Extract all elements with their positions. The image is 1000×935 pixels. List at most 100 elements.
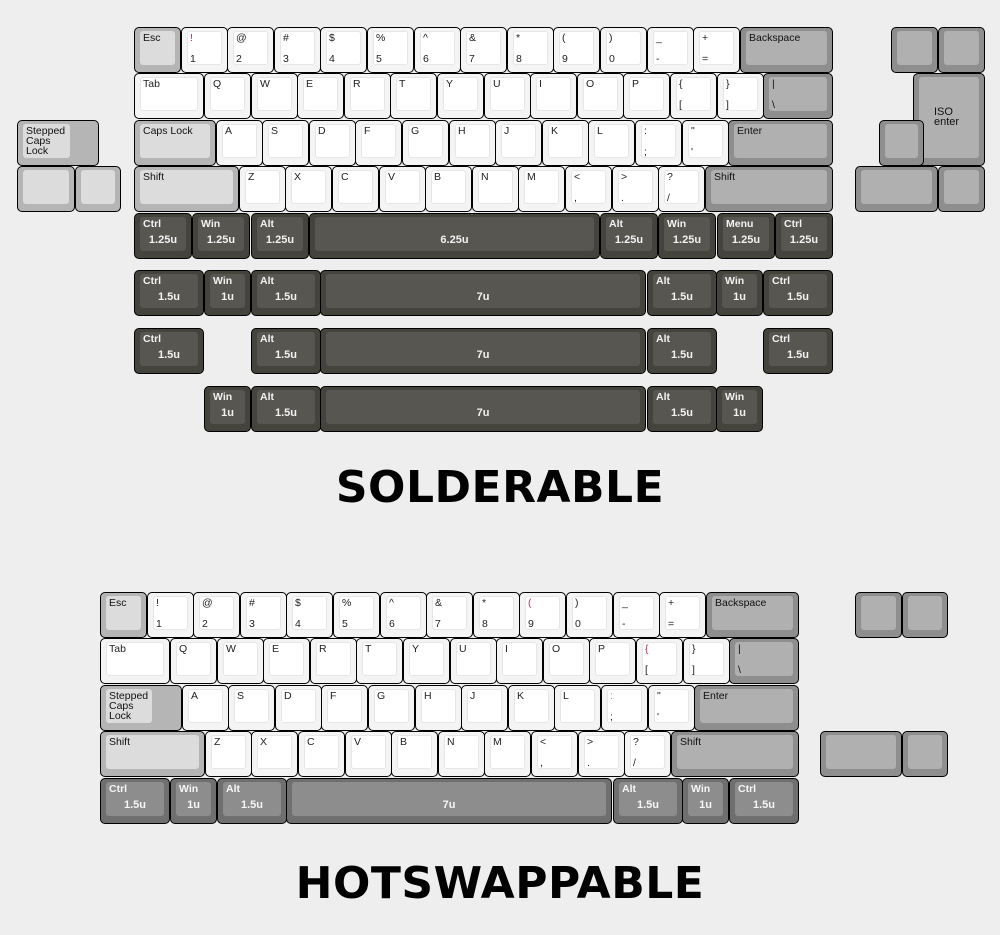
key-y: Y [437,73,484,119]
key-legend-bottom: , [540,757,543,769]
key-v: V [379,166,426,212]
key-z: Z [239,166,286,212]
key-symbol: @2 [227,27,274,73]
key-legend-bottom: ] [726,99,729,111]
key-u: U [484,73,531,119]
key-legend-bottom: , [574,192,577,204]
key-symbol: ) 0 [600,27,647,73]
key-legend-bottom: ' [657,711,660,723]
key-legend-top: H [458,125,466,137]
key-legend-top: I [539,78,542,90]
key-blank [938,166,985,212]
key-y: Y [403,638,450,684]
key-symbol: | \ [763,73,833,119]
key-blank [75,166,121,212]
key-legend-top: Y [412,643,420,655]
key-h: H [449,120,496,166]
key-legend-top: ( [528,597,532,609]
key-legend-top: Shift [714,171,736,183]
key-alt: Alt 1.25u [251,213,309,259]
key-size-label: 7u [476,291,490,303]
key-legend-bottom: - [622,618,626,630]
key-c: C [332,166,379,212]
key-7u: 7u [320,270,646,316]
key-legend-top: $ [295,597,301,609]
key-legend-bottom: 8 [516,53,522,65]
key-symbol: * 8 [507,27,554,73]
key-legend-bottom: ' [691,146,694,158]
key-size-label: 1.25u [206,234,236,246]
key-win: Win 1.25u [658,213,716,259]
key-legend-top: + [702,32,709,44]
key-legend-top: } [726,78,730,90]
key-symbol: }] [683,638,730,684]
hotswappable-title: HOTSWAPPABLE [295,858,705,909]
keycap-top [944,170,979,204]
key-symbol: (9 [553,27,600,73]
key-legend-bottom: . [587,757,590,769]
key-legend-top: T [365,643,372,655]
key-legend-bottom: 0 [609,53,615,65]
keycap-top [826,735,896,769]
key-legend-bottom: 1 [190,53,196,65]
key-legend-bottom: 6 [423,53,429,65]
key-7u: 7u [286,778,612,824]
key-size-label: 1.5u [274,291,297,303]
key-legend-top: Q [179,643,188,655]
key-symbol: | \ [729,638,799,684]
key-size-label: 1.25u [731,234,761,246]
key-w: W [217,638,264,684]
key-alt: Alt 1.25u [600,213,658,259]
key-alt: Alt 1.5u [647,270,717,316]
key-size-label: 1.5u [752,799,775,811]
key-symbol: " ' [648,685,695,731]
key-z: Z [205,731,252,777]
key-symbol: ? / [624,731,671,777]
key-s: S [228,685,275,731]
key-symbol: }] [717,73,764,119]
key-size-label: 1.5u [274,407,297,419]
key-legend-top: Enter [737,125,763,137]
key-legend-top: R [319,643,327,655]
key-size-label: 1.25u [148,234,178,246]
key-win: Win 1u [204,270,251,316]
key-ctrl: Ctrl 1.5u [100,778,170,824]
key-size-label: 1u [221,407,234,419]
key-legend-bottom: ; [610,711,613,723]
keycap-top [861,170,932,204]
key-legend-top: Enter [703,690,729,702]
key-legend-top: " [691,125,695,137]
key-legend-bottom: 4 [295,618,301,630]
key-legend-bottom: - [656,53,660,65]
key-legend-top: X [294,171,302,183]
key-6-25u: 6.25u [309,213,600,259]
key-ctrl: Ctrl 1.5u [763,270,833,316]
key-a: A [216,120,263,166]
key-legend-top: Win [691,783,711,795]
key-symbol: ^ 6 [380,592,427,638]
key-stepped-caps-lock: Stepped Caps Lock [100,685,182,731]
key-legend-top: F [364,125,371,137]
key-legend-top: Backspace [715,597,767,609]
key-win: Win 1u [204,386,251,432]
keycap-top [81,170,115,204]
key-blank [17,166,75,212]
key-win: Win 1u [170,778,217,824]
key-size-label: 7u [476,349,490,361]
key-esc: Esc [134,27,181,73]
keycap-top [735,642,793,676]
key-legend-top: _ [622,597,628,609]
key-legend-top: | [772,78,775,90]
key-legend-top: Tab [143,78,160,90]
key-symbol: & 7 [460,27,507,73]
key-v: V [345,731,392,777]
key-i: I [530,73,577,119]
key-blank [902,592,948,638]
key-legend-top: Z [214,736,221,748]
key-symbol: $4 [320,27,367,73]
key-o: O [543,638,590,684]
key-legend-bottom: 6 [389,618,395,630]
key-legend-top: S [271,125,279,137]
key-legend-top: ^ [423,32,428,44]
key-symbol: #3 [274,27,321,73]
